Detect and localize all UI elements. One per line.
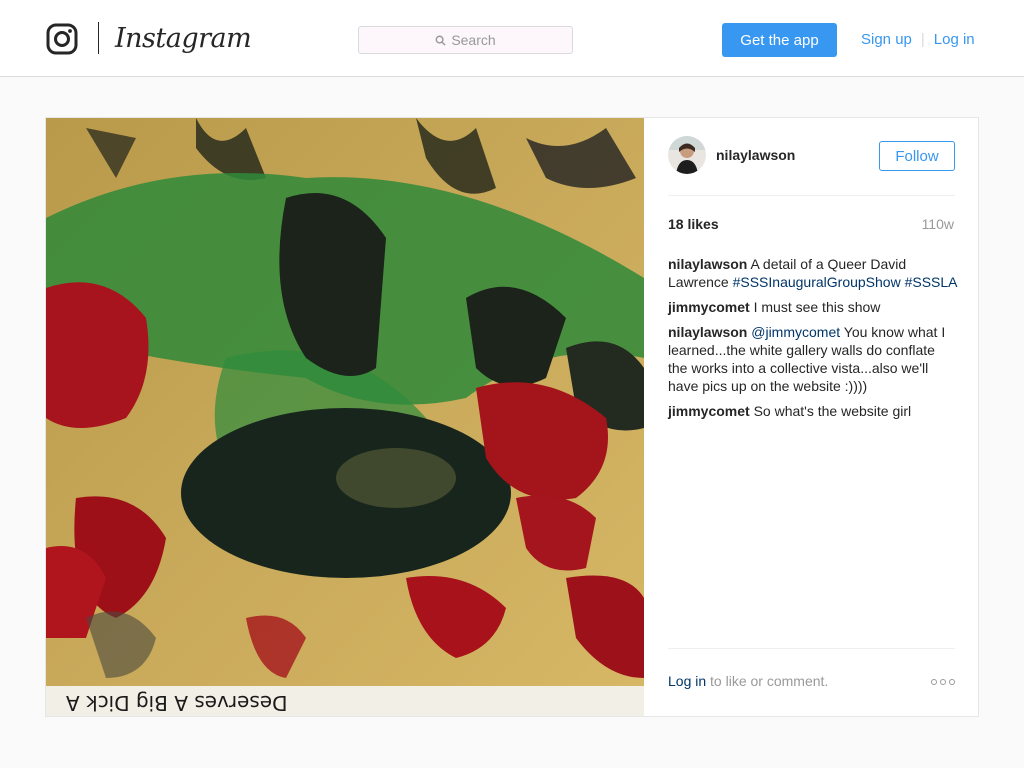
- log-in-link[interactable]: Log in: [934, 31, 975, 48]
- auth-links: Sign up | Log in: [861, 31, 975, 48]
- hashtag-link[interactable]: #SSSLA: [905, 274, 958, 290]
- painting-image: Deserves A Big Dick A: [46, 118, 644, 716]
- logo-divider: [98, 22, 99, 54]
- instagram-wordmark[interactable]: Instagram: [115, 20, 252, 58]
- follow-button[interactable]: Follow: [879, 141, 955, 171]
- avatar[interactable]: [668, 136, 706, 174]
- mention-link[interactable]: @jimmycomet: [751, 324, 840, 340]
- comment-username[interactable]: nilaylawson: [668, 324, 747, 340]
- search-input[interactable]: Search: [358, 26, 573, 54]
- instagram-glyph-icon[interactable]: [46, 23, 78, 55]
- post-author-header: nilaylawson Follow: [668, 136, 955, 196]
- author-username[interactable]: nilaylawson: [716, 147, 795, 163]
- get-the-app-button[interactable]: Get the app: [722, 23, 837, 57]
- auth-separator: |: [920, 31, 925, 48]
- post-card: Deserves A Big Dick A nilaylawson Follow…: [45, 117, 979, 717]
- comment-username[interactable]: nilaylawson: [668, 256, 747, 272]
- likes-count[interactable]: 18 likes: [668, 216, 719, 232]
- sign-up-link[interactable]: Sign up: [861, 31, 912, 48]
- top-navigation-bar: Instagram Search Get the app Sign up | L…: [0, 0, 1024, 77]
- more-options-icon[interactable]: [931, 679, 955, 685]
- post-photo[interactable]: Deserves A Big Dick A: [46, 118, 644, 716]
- comment-text: So what's the website girl: [749, 403, 912, 419]
- footer-suffix: to like or comment.: [706, 673, 829, 689]
- post-footer: Log in to like or comment.: [668, 648, 955, 718]
- comment-username[interactable]: jimmycomet: [668, 403, 750, 419]
- hashtag-link[interactable]: #SSSInauguralGroupShow: [733, 274, 901, 290]
- canvas-edge-handwriting: Deserves A Big Dick A: [66, 691, 288, 715]
- avatar-image: [668, 136, 706, 174]
- comment-username[interactable]: jimmycomet: [668, 299, 750, 315]
- comment-item: nilaylawson A detail of a Queer David La…: [668, 255, 958, 291]
- search-placeholder: Search: [451, 32, 496, 48]
- comment-item: jimmycomet I must see this show: [668, 298, 958, 316]
- login-prompt: Log in to like or comment.: [668, 673, 828, 689]
- comments-list: nilaylawson A detail of a Queer David La…: [668, 255, 958, 427]
- search-icon: [435, 35, 446, 46]
- comment-item: nilaylawson @jimmycomet You know what I …: [668, 323, 958, 395]
- post-details-panel: nilaylawson Follow 18 likes 110w nilayla…: [644, 118, 978, 716]
- post-age[interactable]: 110w: [922, 216, 954, 232]
- comment-text: I must see this show: [749, 299, 881, 315]
- comment-item: jimmycomet So what's the website girl: [668, 402, 958, 420]
- footer-log-in-link[interactable]: Log in: [668, 673, 706, 689]
